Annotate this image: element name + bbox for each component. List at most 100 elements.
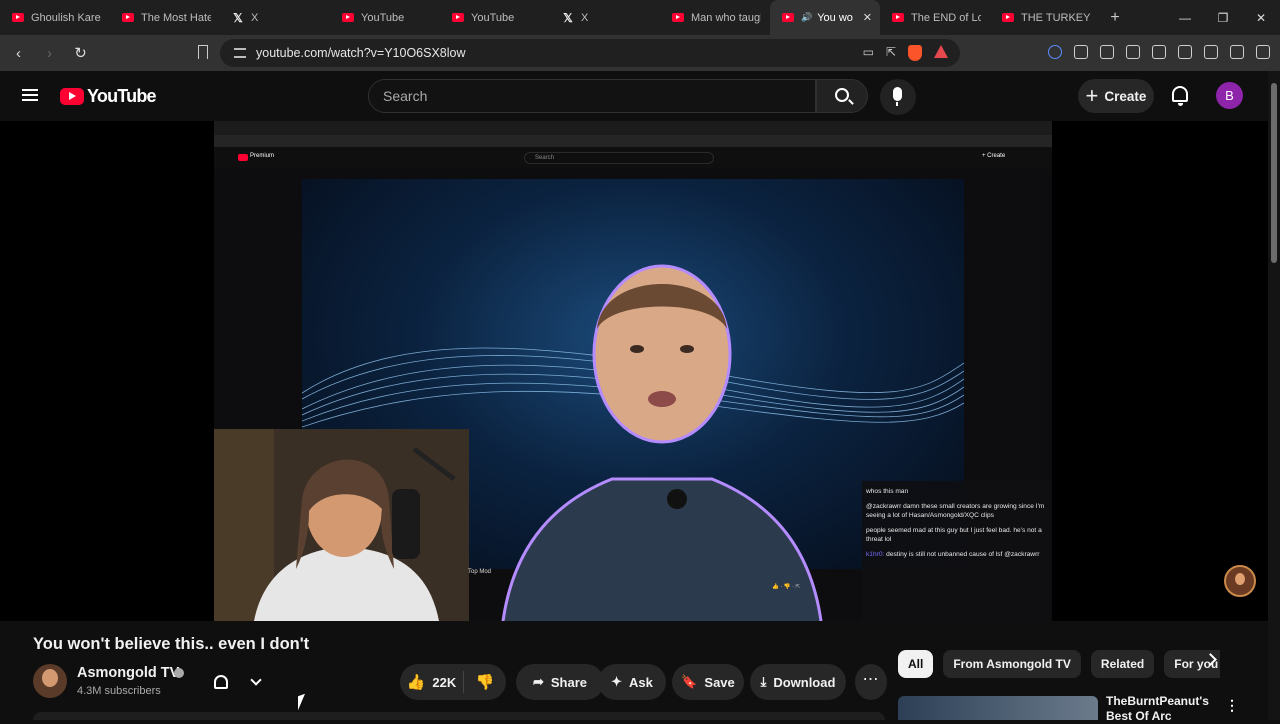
user-avatar[interactable]: B — [1216, 82, 1243, 109]
ask-button[interactable]: ✦ Ask — [598, 664, 666, 700]
extensions-icon[interactable] — [1074, 45, 1088, 59]
cast-icon[interactable]: ▭ — [863, 45, 874, 61]
download-icon: ⤓ — [760, 674, 767, 689]
wallet2-icon[interactable] — [1178, 45, 1192, 59]
youtube-favicon-icon — [892, 13, 904, 22]
related-chips: All From Asmongold TV Related For you — [898, 650, 1220, 678]
sidebar-icon[interactable] — [1152, 45, 1166, 59]
inner-browser-tabs — [214, 121, 1052, 135]
channel-name[interactable]: Asmongold TV — [77, 665, 179, 681]
sparkle-icon: ✦ — [611, 674, 623, 689]
browser-tab[interactable]: The END of Lo — [880, 0, 990, 35]
recommendation-thumbnail[interactable] — [898, 696, 1098, 720]
browser-tab[interactable]: The Most Hated — [110, 0, 220, 35]
browser-tab[interactable]: Man who taught — [660, 0, 770, 35]
filter-chip[interactable]: Related — [1090, 650, 1155, 678]
inner-search-box: Search — [524, 152, 714, 164]
filter-chip[interactable]: From Asmongold TV — [943, 650, 1081, 678]
brave-shields-icon[interactable] — [908, 45, 922, 61]
video-frame: Premium Search + Create Top Mod 👍 · 👎 · … — [214, 121, 1052, 621]
ask-label: Ask — [629, 674, 653, 690]
browser-tab[interactable]: THE TURKEY TO — [990, 0, 1100, 35]
forward-icon[interactable]: › — [37, 45, 62, 62]
like-count: 22K — [432, 674, 457, 690]
chat-message: @zackrawrr damn these small creators are… — [866, 502, 1048, 521]
shield-icon[interactable] — [1230, 45, 1244, 59]
browser-tab-label: THE TURKEY TO — [1021, 11, 1091, 24]
chat-username: k1hr0: — [866, 550, 885, 558]
channel-avatar[interactable] — [33, 664, 67, 698]
search-icon — [835, 88, 849, 102]
chevron-down-icon — [250, 674, 262, 686]
voice-search-button[interactable] — [880, 79, 916, 115]
site-settings-icon[interactable] — [234, 48, 246, 58]
subscription-bell-button[interactable] — [206, 664, 268, 700]
save-button[interactable]: 🔖 Save — [672, 664, 744, 700]
browser-tab-label: Ghoulish Karen — [31, 11, 101, 24]
close-tab-icon[interactable]: ✕ — [863, 11, 872, 24]
more-actions-icon[interactable]: ⋯ — [855, 664, 887, 700]
search-button[interactable] — [816, 79, 868, 113]
back-icon[interactable]: ‹ — [6, 45, 31, 62]
thumbs-down-icon: 👎 — [475, 674, 495, 691]
description-box[interactable] — [33, 712, 885, 720]
menu-icon[interactable] — [1256, 45, 1270, 59]
brave-rewards-icon[interactable] — [934, 45, 948, 58]
browser-tab-strip: Ghoulish KarenThe Most Hated𝕏XYouTubeYou… — [0, 0, 1280, 35]
extensions-bar — [1048, 45, 1270, 59]
like-button[interactable]: 👍 22K — [400, 671, 464, 693]
filter-chip[interactable]: All — [898, 650, 934, 678]
search-input[interactable]: Search — [368, 79, 816, 113]
share-icon: ➦ — [532, 674, 544, 689]
video-player[interactable]: Premium Search + Create Top Mod 👍 · 👎 · … — [0, 121, 1268, 621]
bookmark-save-icon: 🔖 — [681, 674, 698, 689]
bell-icon — [214, 675, 228, 689]
video-title: You won't believe this.. even I don't — [33, 635, 310, 653]
reload-icon[interactable]: ↻ — [68, 44, 93, 62]
dislike-button[interactable]: 👎 — [464, 673, 506, 691]
url-field[interactable]: youtube.com/watch?v=Y10O6SX8low ▭ ⇱ — [220, 39, 960, 67]
youtube-wordmark: YouTube — [87, 86, 157, 106]
browser-tab[interactable]: YouTube — [440, 0, 550, 35]
browser-tab[interactable]: 𝕏X — [550, 0, 660, 35]
browser-tab[interactable]: 𝕏X — [220, 0, 330, 35]
chat-text: destiny is still not unbanned cause of l… — [886, 550, 1040, 558]
share-button[interactable]: ➦ Share — [516, 664, 604, 700]
scrollbar-thumb[interactable] — [1271, 83, 1277, 263]
notifications-bell-icon[interactable] — [1172, 86, 1188, 106]
audio-playing-icon[interactable]: 🔊 — [801, 12, 812, 23]
share-page-icon[interactable]: ⇱ — [886, 45, 896, 61]
hamburger-menu-icon[interactable] — [22, 89, 38, 101]
youtube-header: YouTube Search + Create B — [0, 71, 1280, 121]
search-placeholder: Search — [383, 88, 428, 104]
leo-icon[interactable] — [1204, 45, 1218, 59]
recommendation-menu-icon[interactable]: ⋮ — [1225, 697, 1239, 714]
floating-channel-avatar[interactable] — [1224, 565, 1256, 597]
new-tab-icon[interactable]: + — [1100, 9, 1130, 27]
download-button[interactable]: ⤓ Download — [750, 664, 846, 700]
browser-tab[interactable]: 🔊 You wo ✕ — [770, 0, 880, 35]
youtube-favicon-icon — [782, 13, 794, 22]
youtube-logo[interactable]: YouTube — [60, 86, 157, 107]
wallet-icon[interactable] — [1100, 45, 1114, 59]
browser-tab-label: You wo — [817, 11, 853, 24]
bookmark-icon[interactable] — [198, 45, 208, 59]
youtube-play-icon — [60, 88, 84, 105]
plus-icon: + — [1085, 83, 1099, 108]
stream-chat-overlay: whos this man @zackrawrr damn these small… — [862, 481, 1052, 621]
thumbs-up-icon: 👍 — [406, 674, 426, 691]
create-button[interactable]: + Create — [1078, 79, 1154, 113]
browser-tab-label: X — [251, 11, 259, 24]
media-icon[interactable] — [1126, 45, 1140, 59]
vpn-icon[interactable] — [1048, 45, 1062, 59]
browser-tab[interactable]: Ghoulish Karen — [0, 0, 110, 35]
youtube-favicon-icon — [1002, 13, 1014, 22]
chat-message: k1hr0: destiny is still not unbanned cau… — [866, 550, 1048, 560]
close-window-icon[interactable]: ✕ — [1242, 11, 1280, 25]
restore-icon[interactable]: ❐ — [1204, 11, 1242, 25]
browser-tab[interactable]: YouTube — [330, 0, 440, 35]
minimize-icon[interactable]: — — [1166, 11, 1204, 25]
presenter-figure — [501, 264, 823, 621]
page-scrollbar[interactable] — [1268, 71, 1280, 720]
browser-tab-label: X — [581, 11, 589, 24]
